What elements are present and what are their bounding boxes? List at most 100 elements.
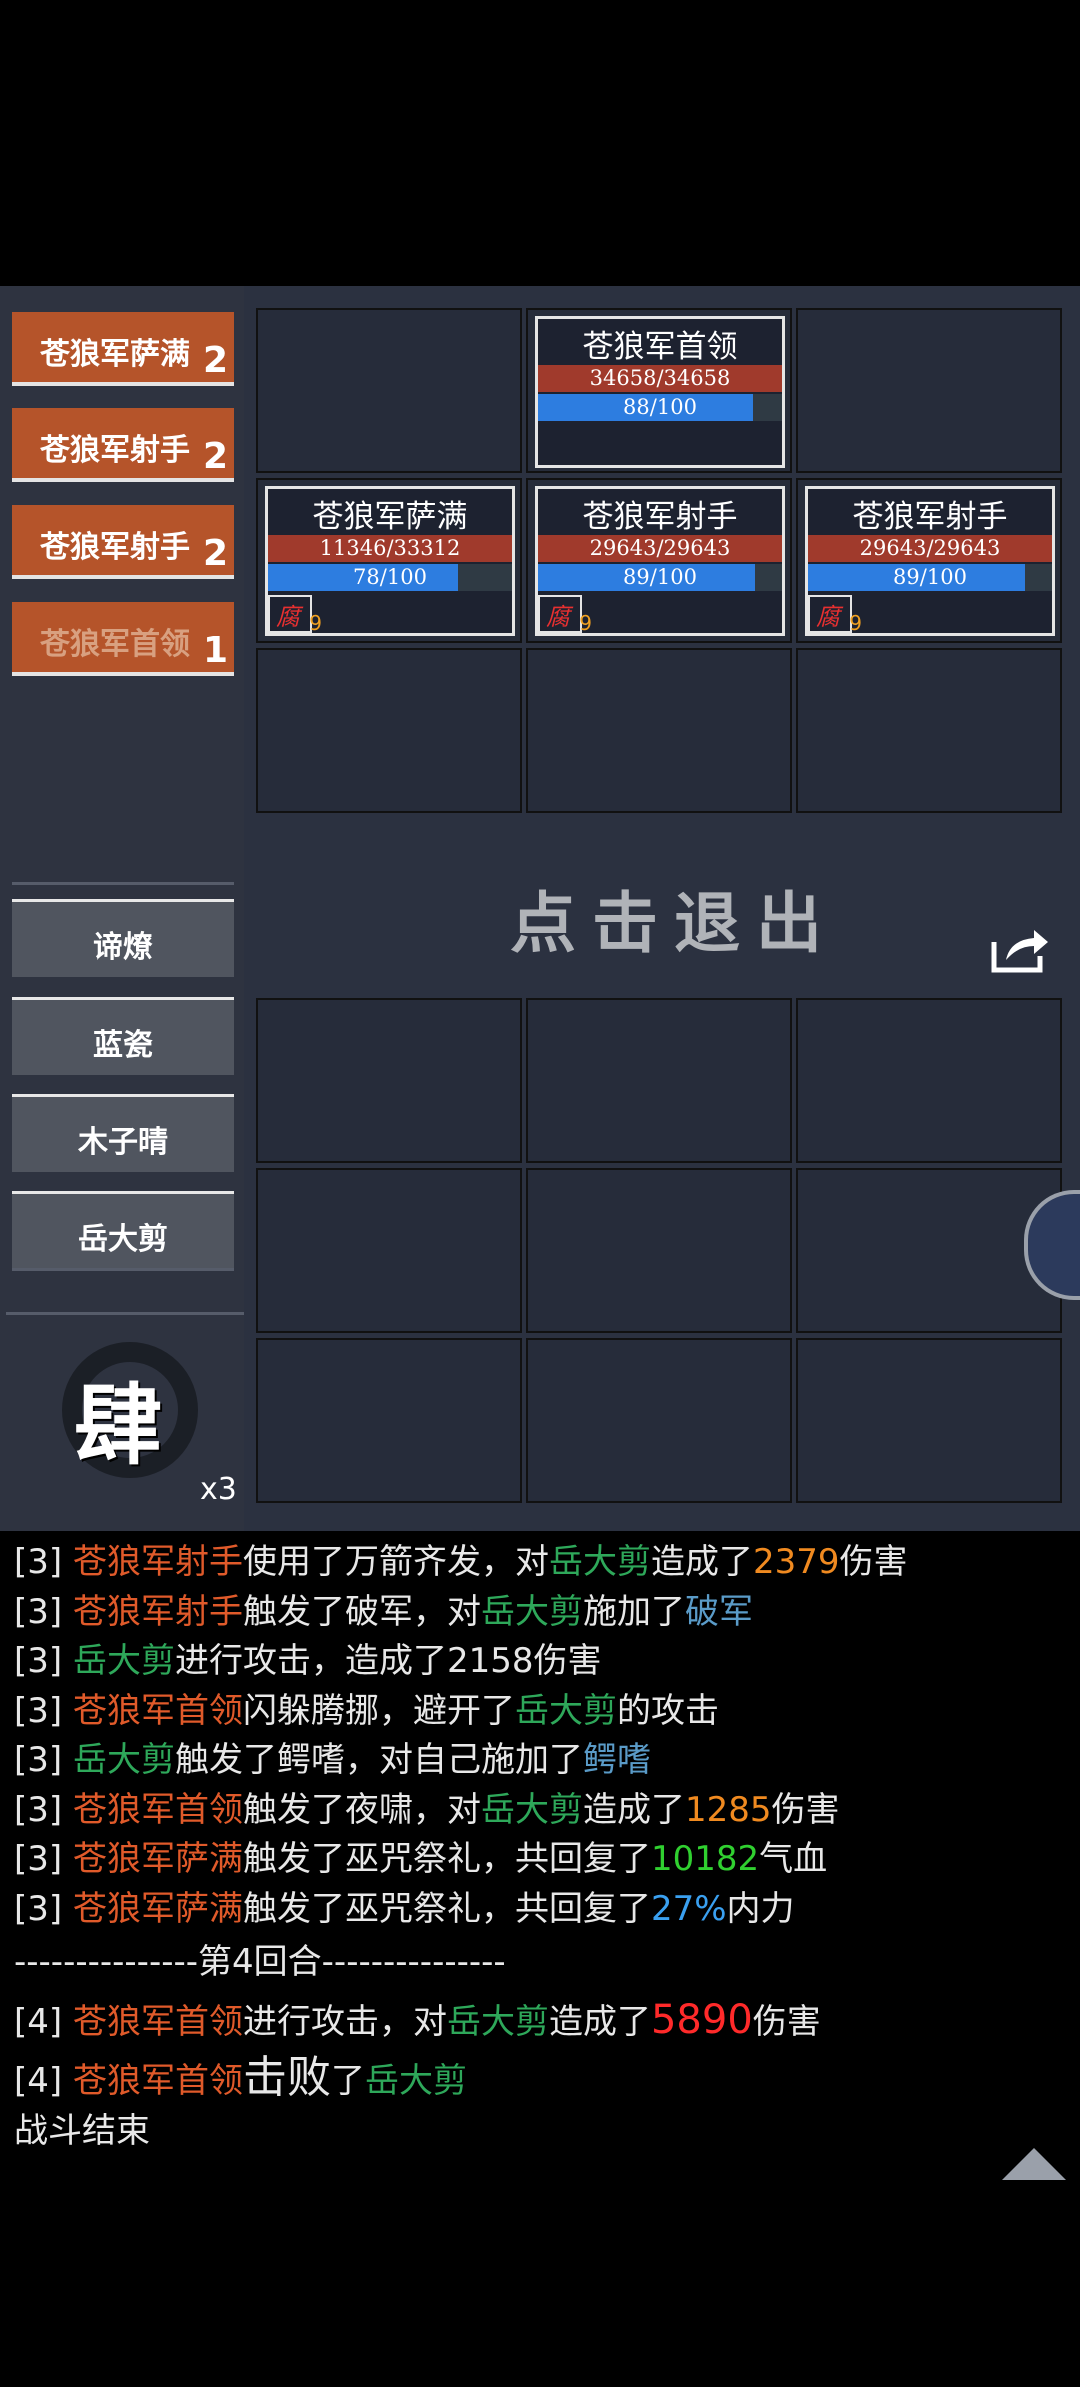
log-segment: 鳄嗜 (582, 1740, 651, 1780)
unit-card-shaman[interactable]: 苍狼军萨满 11346/33312 78/100 腐9 (265, 486, 515, 636)
enemy-tab-1[interactable]: 苍狼军萨满 2 (12, 312, 234, 386)
party-tab-4[interactable]: 岳大剪 (12, 1191, 234, 1269)
log-segment: 2379 (752, 1542, 840, 1582)
buff-glyph: 腐 (546, 603, 570, 631)
battle-log: [3] 苍狼军射手使用了万箭齐发，对岳大剪造成了2379伤害 [3] 苍狼军射手触… (14, 1538, 1074, 2156)
log-segment: 造成了 (548, 2001, 651, 2042)
unit-card-archer-1[interactable]: 苍狼军射手 29643/29643 89/100 腐9 (535, 486, 785, 636)
log-segment: 伤害 (771, 1789, 840, 1830)
exit-button[interactable]: 点击退出 (510, 870, 838, 966)
party-tab-3[interactable]: 木子晴 (12, 1094, 234, 1172)
log-segment: 破军 (684, 1591, 753, 1632)
log-segment: 了 (330, 2061, 365, 2101)
log-segment: 1285 (684, 1789, 772, 1830)
player-slot (796, 1338, 1062, 1503)
enemy-tab-name: 苍狼军射手 (40, 530, 190, 565)
player-slot (526, 1338, 792, 1503)
log-segment: 伤害 (839, 1542, 908, 1582)
scroll-up-icon[interactable] (1002, 2148, 1066, 2180)
unit-card-archer-2[interactable]: 苍狼军射手 29643/29643 89/100 腐9 (805, 486, 1055, 636)
skill-button[interactable]: 肆 (60, 1335, 210, 1485)
log-segment: 伤害 (752, 2001, 821, 2042)
log-segment: 击败 (242, 2052, 331, 2103)
log-segment: 苍狼军首领 (72, 1690, 243, 1731)
enemy-tab-4[interactable]: 苍狼军首领 1 (12, 602, 234, 676)
log-line: [4] 苍狼军首领击败了岳大剪 (14, 2053, 1074, 2107)
log-line: ---------------第4回合--------------- (14, 1938, 1074, 1988)
unit-card-boss[interactable]: 苍狼军首领 34658/34658 88/100 (535, 316, 785, 468)
log-segment: 苍狼军首领 (72, 1789, 243, 1830)
log-line: [3] 苍狼军首领触发了夜啸，对岳大剪造成了1285伤害 (14, 1786, 1074, 1836)
log-segment: 使用了万箭齐发，对 (242, 1542, 549, 1582)
mp-bar: 89/100 (808, 564, 1052, 591)
enemy-tab-count: 2 (202, 436, 228, 477)
log-segment: [3] (14, 1740, 73, 1780)
share-icon[interactable] (988, 924, 1052, 974)
log-segment: 27% (650, 1888, 727, 1929)
unit-name: 苍狼军射手 (852, 499, 1008, 535)
log-segment: [3] (14, 1789, 73, 1830)
player-slot (256, 1338, 522, 1503)
log-segment: 触发了巫咒祭礼，共回复了 (242, 1839, 651, 1879)
log-segment: 触发了破军，对 (242, 1591, 481, 1632)
log-segment: [3] (14, 1591, 73, 1632)
log-segment: [3] (14, 1690, 73, 1731)
mp-text: 88/100 (623, 395, 697, 419)
player-slot (256, 1168, 522, 1333)
log-segment: 触发了夜啸，对 (242, 1789, 481, 1830)
hp-bar: 34658/34658 (538, 365, 782, 392)
log-segment: [3] (14, 1888, 73, 1929)
log-segment: 苍狼军萨满 (72, 1839, 243, 1879)
buff-stack: 9 (849, 611, 862, 635)
corrode-buff-icon: 腐9 (268, 595, 322, 635)
log-segment: 进行攻击，对 (242, 2001, 447, 2042)
log-segment: [3] (14, 1542, 73, 1582)
unit-name: 苍狼军萨满 (312, 499, 468, 535)
log-segment: 触发了鳄嗜，对自己施加了 (174, 1740, 583, 1780)
corrode-buff-icon: 腐9 (538, 595, 592, 635)
log-segment: 战斗结束 (14, 2110, 150, 2151)
party-tab-name: 木子晴 (78, 1125, 168, 1160)
player-slot (256, 998, 522, 1163)
log-segment: 内力 (726, 1888, 795, 1929)
hp-bar: 29643/29643 (808, 535, 1052, 562)
log-segment: 苍狼军射手 (72, 1542, 243, 1582)
log-segment: 岳大剪 (480, 1789, 583, 1830)
buff-glyph: 腐 (816, 603, 840, 631)
log-segment: 岳大剪 (72, 1641, 175, 1681)
hp-bar: 29643/29643 (538, 535, 782, 562)
unit-name: 苍狼军首领 (582, 329, 738, 365)
party-tab-1[interactable]: 谛燎 (12, 899, 234, 977)
log-segment: [3] (14, 1839, 73, 1879)
hp-bar: 11346/33312 (268, 535, 512, 562)
player-slot (526, 998, 792, 1163)
party-tab-2[interactable]: 蓝瓷 (12, 997, 234, 1075)
log-line: 战斗结束 (14, 2107, 1074, 2157)
log-segment: 触发了巫咒祭礼，共回复了 (242, 1888, 651, 1929)
log-segment: [4] (14, 2001, 73, 2042)
enemy-tab-3[interactable]: 苍狼军射手 2 (12, 505, 234, 579)
divider (6, 1312, 244, 1315)
mp-text: 89/100 (623, 565, 697, 589)
log-line: [3] 苍狼军首领闪躲腾挪，避开了岳大剪的攻击 (14, 1687, 1074, 1737)
log-line: [3] 苍狼军萨满触发了巫咒祭礼，共回复了27%内力 (14, 1885, 1074, 1935)
log-segment: 苍狼军首领 (72, 2001, 243, 2042)
log-segment: 岳大剪 (480, 1591, 583, 1632)
divider (12, 1268, 234, 1271)
log-segment: 岳大剪 (364, 2061, 467, 2101)
log-line: [3] 苍狼军萨满触发了巫咒祭礼，共回复了10182气血 (14, 1835, 1074, 1885)
mp-bar: 88/100 (538, 394, 782, 421)
log-segment: 苍狼军射手 (72, 1591, 243, 1632)
log-line: [3] 苍狼军射手触发了破军，对岳大剪施加了破军 (14, 1588, 1074, 1638)
log-segment: 气血 (759, 1839, 828, 1879)
log-segment: 苍狼军首领 (72, 2061, 243, 2101)
log-segment: 10182 (650, 1839, 760, 1879)
party-tab-name: 蓝瓷 (93, 1028, 153, 1063)
log-segment: [4] (14, 2061, 73, 2101)
mp-bar: 78/100 (268, 564, 512, 591)
enemy-slot (796, 648, 1062, 813)
log-segment: 岳大剪 (446, 2001, 549, 2042)
player-slot (796, 998, 1062, 1163)
enemy-tab-count: 2 (202, 533, 228, 574)
enemy-tab-2[interactable]: 苍狼军射手 2 (12, 408, 234, 482)
